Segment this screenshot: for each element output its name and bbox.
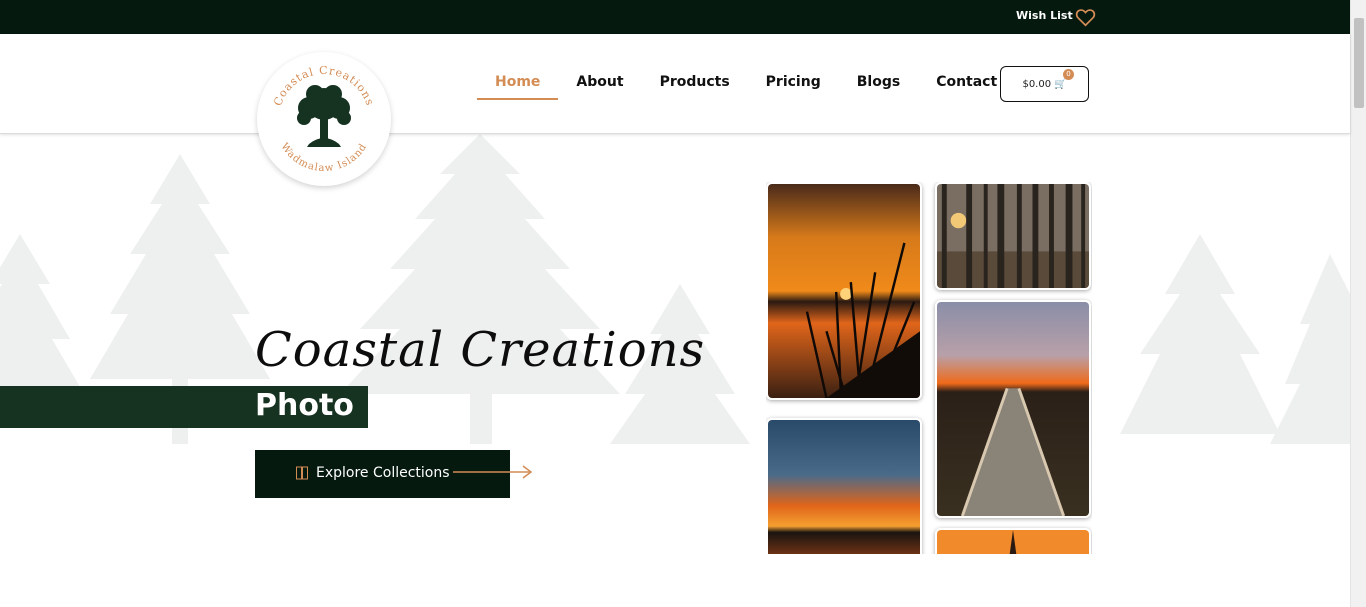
main-nav: Home About Products Pricing Blogs Contac… xyxy=(477,74,1033,100)
nav-pricing[interactable]: Pricing xyxy=(766,74,821,100)
logo-tree-emblem: Coastal Creations Wadmalaw Island xyxy=(271,64,376,174)
top-bar: Wish List xyxy=(0,0,1350,34)
nav-products[interactable]: Products xyxy=(660,74,730,100)
wish-list-link[interactable]: Wish List xyxy=(1016,9,1073,22)
cart-button[interactable]: $0.00 🛒 0 xyxy=(1000,66,1089,102)
cart-count-badge: 0 xyxy=(1063,69,1074,80)
book-icon xyxy=(296,466,308,480)
gallery-photo-sunset-reeds[interactable] xyxy=(766,182,922,400)
page-scrollbar[interactable] xyxy=(1350,0,1366,607)
nav-contact[interactable]: Contact xyxy=(936,74,997,100)
site-header: Home About Products Pricing Blogs Contac… xyxy=(0,34,1350,134)
nav-home[interactable]: Home xyxy=(477,74,559,100)
scrollbar-thumb[interactable] xyxy=(1354,18,1364,108)
gallery-photo-boardwalk[interactable] xyxy=(935,300,1091,518)
gallery-photo-forest[interactable] xyxy=(935,182,1091,290)
nav-about[interactable]: About xyxy=(576,74,623,100)
hero-title: Coastal Creations xyxy=(255,322,706,378)
heart-icon[interactable] xyxy=(1075,8,1096,27)
hero-subtitle: Photo xyxy=(255,388,354,423)
explore-collections-label: Explore Collections xyxy=(316,465,450,481)
site-logo[interactable]: Coastal Creations Wadmalaw Island xyxy=(257,52,391,186)
cart-icon: 🛒 xyxy=(1054,78,1067,90)
nav-blogs[interactable]: Blogs xyxy=(857,74,900,100)
arrow-right-icon xyxy=(453,465,533,479)
gallery-photo-steeple[interactable] xyxy=(935,528,1091,554)
gallery-photo-sunset-clouds[interactable] xyxy=(766,418,922,554)
photo-gallery xyxy=(766,182,1092,554)
cart-total: $0.00 xyxy=(1022,78,1052,90)
